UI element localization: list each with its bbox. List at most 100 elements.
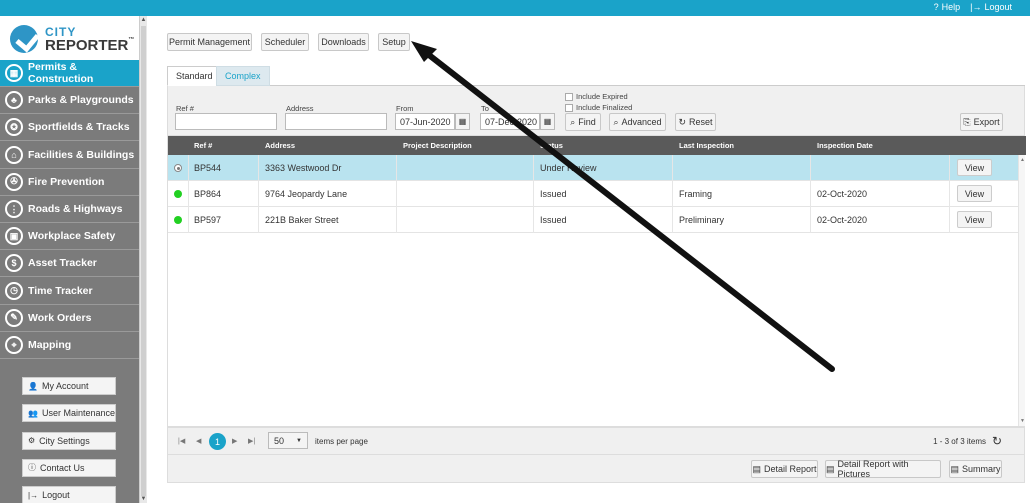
- view-button[interactable]: View: [957, 159, 992, 176]
- scroll-up-icon[interactable]: ▲: [1019, 157, 1026, 163]
- table-row[interactable]: BP544 3363 Westwood Dr Under Review View: [168, 155, 1018, 181]
- scroll-thumb[interactable]: [141, 26, 146, 496]
- contact-us-button[interactable]: ⓘ Contact Us: [22, 458, 116, 477]
- grid-scrollbar[interactable]: ▲ ▼: [1018, 155, 1025, 426]
- next-page-icon[interactable]: ▶: [232, 437, 237, 445]
- trophy-icon: ✪: [5, 118, 23, 137]
- downloads-button[interactable]: Downloads: [318, 33, 369, 51]
- sidebar-item-work-orders[interactable]: ✎ Work Orders: [0, 305, 139, 332]
- page-current[interactable]: 1: [209, 433, 226, 450]
- include-expired-checkbox[interactable]: Include Expired: [565, 92, 628, 101]
- sidebar-item-facilities-buildings[interactable]: ⌂ Facilities & Buildings: [0, 142, 139, 169]
- traffic-light-icon: ⋮: [5, 200, 23, 218]
- user-icon: 👤: [28, 381, 38, 391]
- logout-button[interactable]: |→ Logout: [22, 486, 116, 503]
- column-divider: [949, 155, 950, 181]
- scheduler-button[interactable]: Scheduler: [261, 33, 309, 51]
- sidebar-scrollbar[interactable]: ▲ ▼: [139, 16, 147, 503]
- cell-inspection-date: 02-Oct-2020: [817, 215, 868, 225]
- advanced-button[interactable]: ⌕ Advanced: [609, 113, 666, 131]
- map-icon: ⌖: [5, 336, 23, 354]
- sidebar-item-asset-tracker[interactable]: $ Asset Tracker: [0, 250, 139, 278]
- refresh-icon[interactable]: ↻: [992, 434, 1002, 448]
- permits-grid: Ref # Address Project Description Status…: [167, 136, 1026, 427]
- column-divider: [533, 181, 534, 207]
- setup-button[interactable]: Setup: [378, 33, 410, 51]
- find-button[interactable]: ⌕ Find: [565, 113, 601, 131]
- logout-link[interactable]: |→ Logout: [970, 2, 1012, 12]
- column-divider: [396, 181, 397, 207]
- tab-standard[interactable]: Standard: [167, 66, 222, 86]
- sidebar-item-fire-prevention[interactable]: ✇ Fire Prevention: [0, 169, 139, 196]
- column-divider: [396, 155, 397, 181]
- help-link[interactable]: ? Help: [934, 2, 961, 12]
- last-page-icon[interactable]: ▶|: [248, 437, 255, 445]
- scroll-up-icon[interactable]: ▲: [140, 17, 147, 23]
- sidebar-item-label: Fire Prevention: [28, 175, 105, 188]
- cell-last-inspection: Framing: [679, 189, 713, 199]
- col-last-inspection[interactable]: Last Inspection: [679, 141, 734, 150]
- table-row[interactable]: BP597 221B Baker Street Issued Preliminary 0…: [168, 207, 1018, 233]
- column-divider: [258, 155, 259, 181]
- help-icon: ?: [933, 2, 939, 12]
- cell-address: 9764 Jeopardy Lane: [265, 189, 348, 199]
- sidebar-item-workplace-safety[interactable]: ▣ Workplace Safety: [0, 223, 139, 251]
- tab-complex[interactable]: Complex: [216, 66, 270, 86]
- col-project-description[interactable]: Project Description: [403, 141, 472, 150]
- logout-icon: |→: [970, 2, 982, 12]
- sidebar-item-sportfields-tracks[interactable]: ✪ Sportfields & Tracks: [0, 114, 139, 142]
- sidebar-item-time-tracker[interactable]: ◷ Time Tracker: [0, 278, 139, 305]
- ref-label: Ref #: [176, 104, 194, 113]
- city-settings-button[interactable]: ⚙ City Settings: [22, 431, 116, 450]
- view-button[interactable]: View: [957, 185, 992, 202]
- permit-management-button[interactable]: Permit Management: [167, 33, 252, 51]
- top-bar: ? Help |→ Logout: [0, 0, 1030, 16]
- scroll-down-icon[interactable]: ▼: [140, 496, 147, 502]
- row-radio[interactable]: [174, 164, 182, 172]
- first-page-icon[interactable]: |◀: [178, 437, 185, 445]
- calendar-icon[interactable]: ▦: [455, 113, 470, 130]
- my-account-button[interactable]: 👤 My Account: [22, 377, 116, 395]
- address-input[interactable]: [285, 113, 387, 130]
- table-row[interactable]: BP864 9764 Jeopardy Lane Issued Framing 02-O…: [168, 181, 1018, 207]
- sidebar: CITY REPORTER™ ▦ Permits & Construction ♣ P…: [0, 16, 139, 503]
- city-reporter-logo[interactable]: CITY REPORTER™: [0, 16, 139, 60]
- page-size-select[interactable]: 50 ▼: [268, 432, 308, 449]
- col-status[interactable]: Status: [540, 141, 563, 150]
- sidebar-item-label: Workplace Safety: [28, 230, 116, 243]
- col-inspection-date[interactable]: Inspection Date: [817, 141, 873, 150]
- items-count: 1 - 3 of 3 items: [933, 437, 986, 446]
- from-label: From: [396, 104, 414, 113]
- clock-icon: ◷: [5, 281, 23, 300]
- reset-button[interactable]: ↻ Reset: [675, 113, 716, 131]
- sidebar-item-parks-playgrounds[interactable]: ♣ Parks & Playgrounds: [0, 87, 139, 115]
- fire-extinguisher-icon: ✇: [5, 172, 23, 191]
- cell-status: Issued: [540, 215, 567, 225]
- sidebar-item-roads-highways[interactable]: ⋮ Roads & Highways: [0, 196, 139, 223]
- column-divider: [810, 181, 811, 207]
- clipboard-icon: ✎: [5, 308, 23, 327]
- col-address[interactable]: Address: [265, 141, 295, 150]
- view-button[interactable]: View: [957, 211, 992, 228]
- col-ref[interactable]: Ref #: [194, 141, 212, 150]
- from-date-input[interactable]: 07-Jun-2020: [395, 113, 455, 130]
- calendar-icon[interactable]: ▦: [540, 113, 555, 130]
- prev-page-icon[interactable]: ◀: [196, 437, 201, 445]
- house-icon: ⌂: [5, 145, 23, 164]
- checkbox-box[interactable]: [565, 92, 573, 101]
- sidebar-item-mapping[interactable]: ⌖ Mapping: [0, 332, 139, 359]
- detail-report-pictures-button[interactable]: ▤ Detail Report with Pictures: [825, 459, 941, 479]
- user-maintenance-button[interactable]: 👥 User Maintenance: [22, 404, 116, 423]
- sidebar-item-label: Asset Tracker: [28, 257, 97, 270]
- checkbox-box[interactable]: [565, 103, 573, 112]
- sidebar-item-permits-construction[interactable]: ▦ Permits & Construction: [0, 60, 139, 87]
- cell-address: 221B Baker Street: [265, 215, 339, 225]
- summary-button[interactable]: ▤ Summary: [949, 460, 1002, 478]
- scroll-down-icon[interactable]: ▼: [1019, 418, 1026, 424]
- pdf-icon: ▤: [826, 463, 835, 474]
- export-button[interactable]: ⎘ Export: [960, 113, 1003, 131]
- ref-input[interactable]: [175, 113, 277, 130]
- to-date-input[interactable]: 07-Dec-2020: [480, 113, 540, 130]
- detail-report-button[interactable]: ▤ Detail Report: [751, 460, 818, 478]
- include-finalized-checkbox[interactable]: Include Finalized: [565, 103, 632, 112]
